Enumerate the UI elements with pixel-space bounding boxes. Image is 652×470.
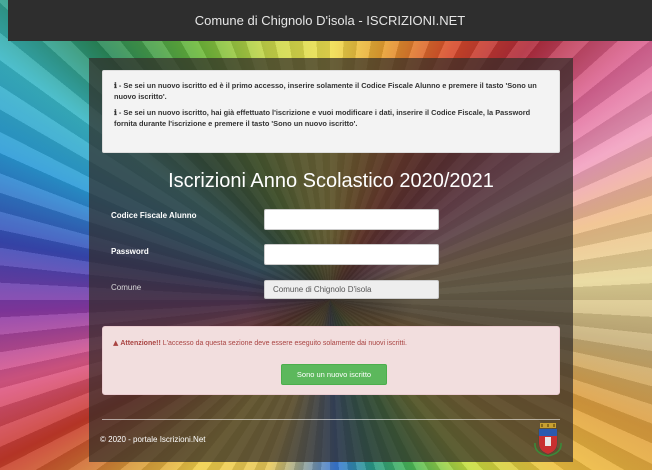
info-line-1: ℹ - Se sei un nuovo iscritto ed è il pri… [114, 81, 537, 101]
app-title: Comune di Chignolo D'isola - ISCRIZIONI.… [194, 13, 466, 28]
info-icon: ℹ [114, 81, 117, 90]
alert-text: L'accesso da questa sezione deve essere … [160, 340, 407, 347]
info-icon: ℹ [114, 108, 117, 117]
codice-fiscale-input[interactable] [264, 209, 439, 230]
top-bar: Comune di Chignolo D'isola - ISCRIZIONI.… [8, 0, 652, 41]
login-panel: ℹ - Se sei un nuovo iscritto ed è il pri… [89, 58, 573, 462]
warning-alert: ▲ Attenzione!! L'accesso da questa sezio… [102, 326, 560, 395]
municipal-crest-icon [534, 423, 562, 457]
page-title: Iscrizioni Anno Scolastico 2020/2021 [168, 170, 494, 192]
footer-copyright: © 2020 - portale Iscrizioni.Net [100, 435, 206, 444]
info-box: ℹ - Se sei un nuovo iscritto ed è il pri… [102, 70, 560, 153]
codice-fiscale-label: Codice Fiscale Alunno [111, 211, 197, 220]
alert-message: ▲ Attenzione!! L'accesso da questa sezio… [113, 339, 407, 347]
password-label: Password [111, 247, 149, 256]
new-student-button[interactable]: Sono un nuovo iscritto [281, 364, 387, 385]
comune-field[interactable]: Comune di Chignolo D'isola [264, 280, 439, 299]
warning-icon: ▲ [113, 339, 119, 347]
info-line-2: ℹ - Se sei un nuovo iscritto, hai già ef… [114, 108, 531, 128]
password-input[interactable] [264, 244, 439, 265]
footer-divider [102, 419, 560, 420]
comune-label: Comune [111, 283, 142, 292]
alert-strong: Attenzione!! [120, 340, 161, 347]
